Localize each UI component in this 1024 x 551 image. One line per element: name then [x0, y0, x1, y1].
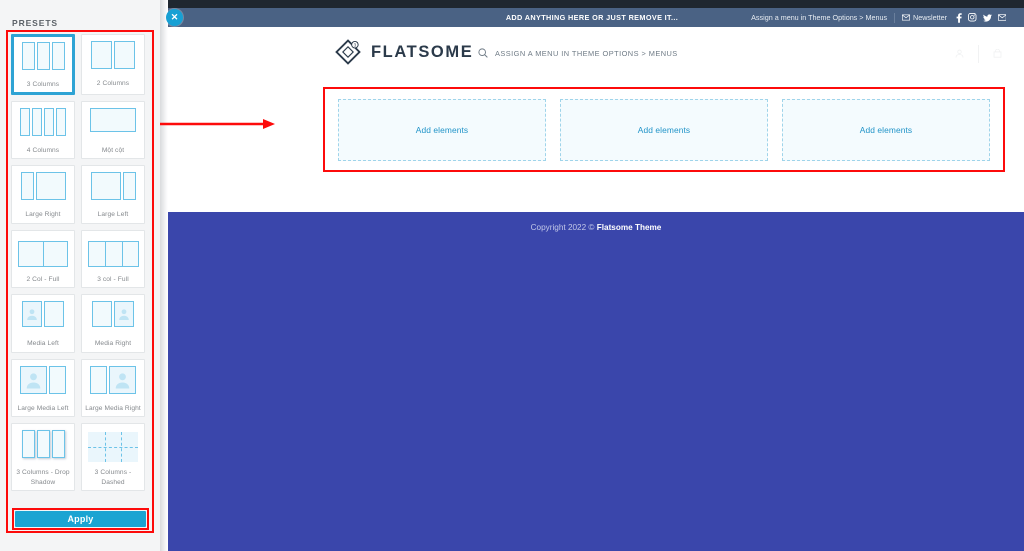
- add-elements-column[interactable]: Add elements: [338, 99, 546, 161]
- header-right-icons[interactable]: [955, 45, 1002, 63]
- add-elements-column[interactable]: Add elements: [782, 99, 990, 161]
- preset-label: 3 Columns - Dashed: [85, 468, 141, 487]
- red-arrow-annotation: [160, 118, 275, 130]
- preset-label: Large Media Left: [17, 404, 68, 414]
- preset-label: Large Left: [98, 210, 129, 220]
- large-left-icon: [86, 172, 140, 206]
- preset-card[interactable]: 3 Columns: [11, 34, 75, 95]
- brand-row[interactable]: 3 FLATSOME: [335, 39, 473, 65]
- admin-bar-strip: [160, 0, 1024, 8]
- one-column-icon: [86, 108, 140, 142]
- preset-label: 3 Columns: [27, 80, 59, 90]
- media-left-icon: [16, 301, 70, 335]
- two-col-full-icon: [16, 237, 70, 271]
- preset-label: Media Left: [27, 339, 59, 349]
- newsletter-label: Newsletter: [913, 13, 947, 22]
- add-elements-label: Add elements: [416, 125, 468, 135]
- newsletter-link[interactable]: Newsletter: [902, 13, 947, 22]
- preset-label: 3 col - Full: [97, 275, 129, 285]
- add-elements-column[interactable]: Add elements: [560, 99, 768, 161]
- facebook-icon[interactable]: [956, 13, 962, 23]
- media-right-icon: [86, 301, 140, 335]
- preset-label: Một cột: [102, 146, 124, 156]
- site-header: 3 FLATSOME ASSIGN A MENU IN THEME OPTION…: [160, 27, 1024, 84]
- copyright-prefix: Copyright 2022 ©: [531, 223, 597, 232]
- three-col-shadow-icon: [16, 430, 70, 464]
- preset-label: 2 Columns: [97, 79, 129, 89]
- preset-card[interactable]: Media Right: [81, 294, 145, 353]
- flatsome-logo-icon: 3: [335, 39, 361, 65]
- preset-card[interactable]: 3 col - Full: [81, 230, 145, 289]
- two-columns-icon: [86, 41, 140, 75]
- presets-title: PRESETS: [12, 18, 58, 28]
- preview-left-gutter: [160, 0, 168, 551]
- presets-list[interactable]: 3 Columns 2 Columns 4 Columns Một cột Large …: [9, 34, 152, 512]
- brand-name: FLATSOME: [371, 43, 473, 62]
- presets-panel: PRESETS 3 Columns 2 Columns 4 Columns Một c…: [0, 0, 160, 551]
- preset-label: Media Right: [95, 339, 131, 349]
- preset-card[interactable]: 3 Columns - Drop Shadow: [11, 423, 75, 491]
- large-media-right-icon: [86, 366, 140, 400]
- preset-label: 2 Col - Full: [26, 275, 59, 285]
- preset-card[interactable]: Media Left: [11, 294, 75, 353]
- apply-button[interactable]: Apply: [15, 511, 146, 527]
- page-preview: ADD ANYTHING HERE OR JUST REMOVE IT... A…: [160, 0, 1024, 551]
- copyright-brand: Flatsome Theme: [597, 223, 662, 232]
- three-col-dashed-icon: [86, 430, 140, 464]
- screen-root: PRESETS 3 Columns 2 Columns 4 Columns Một c…: [0, 0, 1024, 551]
- preset-card[interactable]: Large Media Right: [81, 359, 145, 418]
- four-columns-icon: [16, 108, 70, 142]
- large-right-icon: [16, 172, 70, 206]
- topbar-right-group: Assign a menu in Theme Options > Menus N…: [751, 8, 1006, 27]
- header-divider: [978, 45, 979, 63]
- preset-card[interactable]: 2 Columns: [81, 34, 145, 95]
- three-col-full-icon: [86, 237, 140, 271]
- social-links[interactable]: [956, 13, 1006, 23]
- preset-card[interactable]: Large Right: [11, 165, 75, 224]
- twitter-icon[interactable]: [983, 14, 992, 22]
- instagram-icon[interactable]: [968, 13, 977, 22]
- topbar-divider: [894, 13, 895, 23]
- header-menu-area[interactable]: ASSIGN A MENU IN THEME OPTIONS > MENUS: [478, 48, 678, 58]
- preset-label: 3 Columns - Drop Shadow: [15, 468, 71, 487]
- user-icon[interactable]: [955, 49, 964, 60]
- email-icon[interactable]: [998, 14, 1007, 21]
- preset-card[interactable]: 3 Columns - Dashed: [81, 423, 145, 491]
- preset-card[interactable]: 2 Col - Full: [11, 230, 75, 289]
- header-menu-notice: ASSIGN A MENU IN THEME OPTIONS > MENUS: [495, 49, 678, 58]
- large-media-left-icon: [16, 366, 70, 400]
- topbar-menu-notice[interactable]: Assign a menu in Theme Options > Menus: [751, 13, 887, 22]
- preset-card[interactable]: Một cột: [81, 101, 145, 160]
- preset-label: 4 Columns: [27, 146, 59, 156]
- builder-columns-row: Add elements Add elements Add elements: [327, 91, 1001, 168]
- envelope-icon: [902, 14, 910, 21]
- site-footer: Copyright 2022 © Flatsome Theme: [168, 212, 1024, 551]
- cart-icon[interactable]: [993, 49, 1002, 60]
- add-elements-label: Add elements: [860, 125, 912, 135]
- preset-card[interactable]: Large Left: [81, 165, 145, 224]
- preset-card[interactable]: 4 Columns: [11, 101, 75, 160]
- preset-label: Large Media Right: [85, 404, 141, 414]
- preset-card[interactable]: Large Media Left: [11, 359, 75, 418]
- site-topbar: ADD ANYTHING HERE OR JUST REMOVE IT... A…: [160, 8, 1024, 27]
- copyright-text: Copyright 2022 © Flatsome Theme: [168, 223, 1024, 232]
- preset-label: Large Right: [25, 210, 60, 220]
- close-icon[interactable]: ✕: [166, 9, 183, 26]
- add-elements-label: Add elements: [638, 125, 690, 135]
- three-columns-icon: [16, 42, 70, 76]
- search-icon[interactable]: [478, 48, 488, 58]
